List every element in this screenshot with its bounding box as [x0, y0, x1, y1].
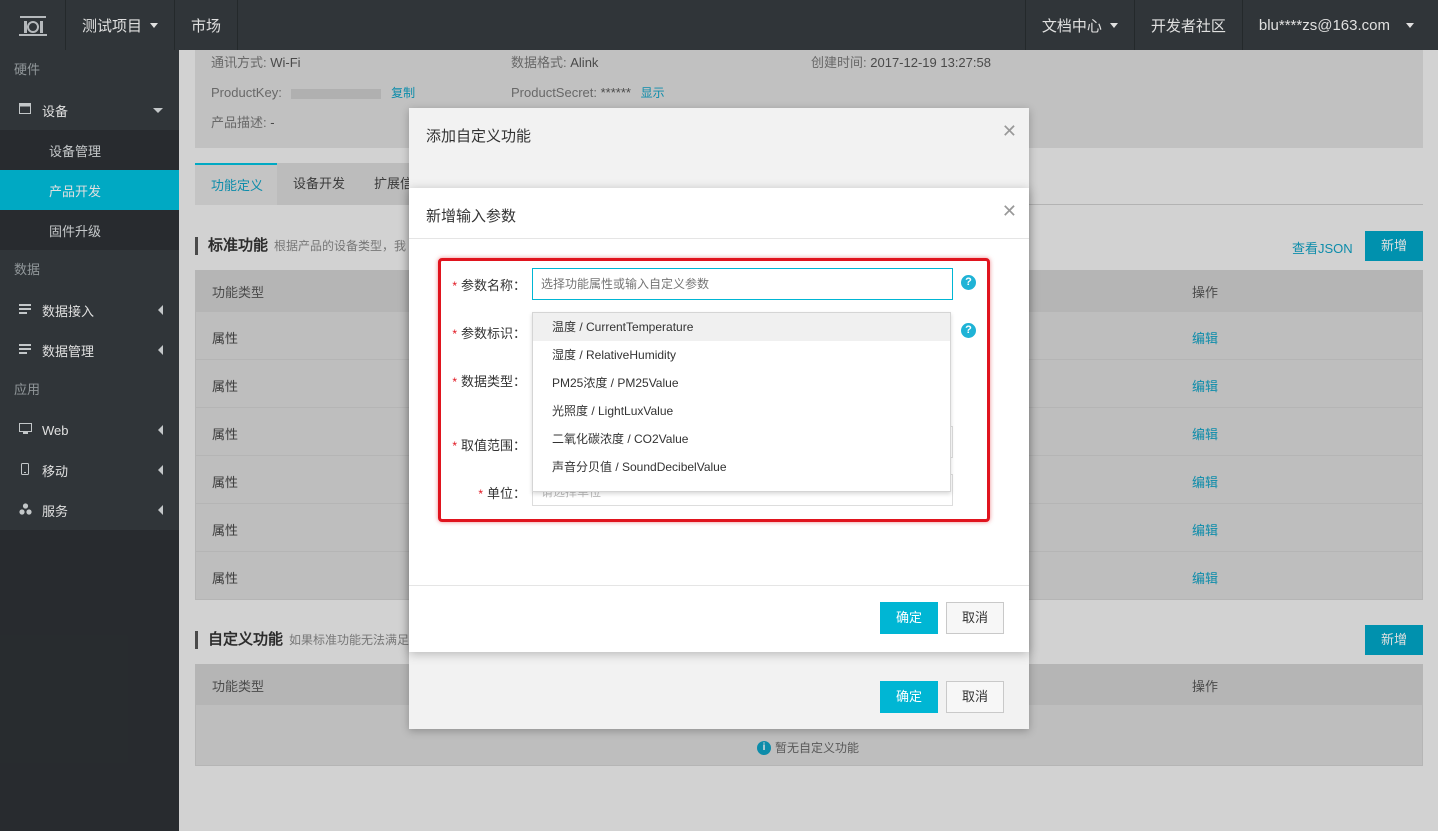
- highlight-box: [438, 258, 990, 522]
- inner-confirm-button[interactable]: 确定: [880, 602, 938, 634]
- close-icon[interactable]: ✕: [1002, 202, 1017, 220]
- add-input-param-dialog: 新增输入参数 ✕ *参数名称： ? *参数标识： ? *数据类型： *取值范围：…: [409, 188, 1029, 652]
- close-icon[interactable]: ✕: [1002, 122, 1017, 140]
- outer-confirm-button[interactable]: 确定: [880, 681, 938, 713]
- dialog-footer: 确定 取消: [409, 585, 1029, 652]
- dialog-header: 新增输入参数 ✕: [409, 188, 1029, 239]
- outer-cancel-button[interactable]: 取消: [946, 681, 1004, 713]
- dialog-title: 添加自定义功能: [426, 128, 532, 145]
- dialog-title: 新增输入参数: [426, 208, 517, 225]
- inner-cancel-button[interactable]: 取消: [946, 602, 1004, 634]
